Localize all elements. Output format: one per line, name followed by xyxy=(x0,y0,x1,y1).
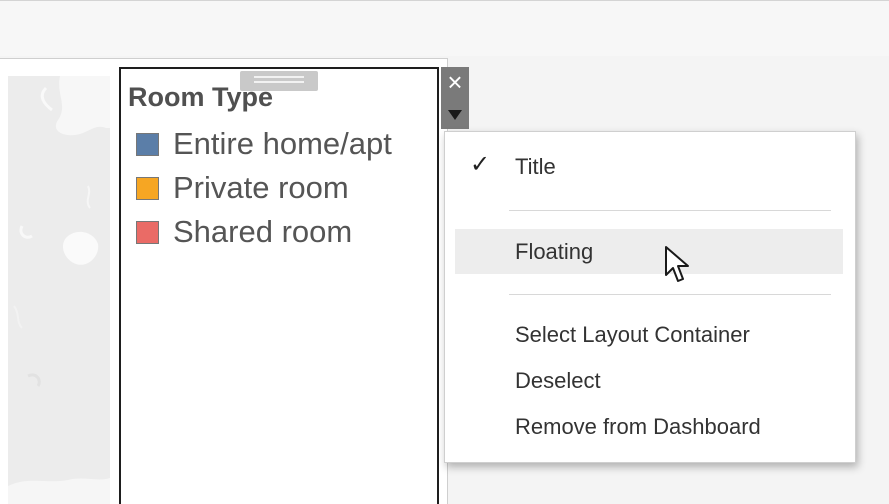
legend-item-shared-room[interactable]: Shared room xyxy=(136,214,353,249)
private-room-swatch xyxy=(136,176,159,200)
legend-item-entire-home[interactable]: Entire home/apt xyxy=(136,126,392,161)
map-background xyxy=(8,76,110,504)
chevron-down-icon xyxy=(448,110,462,120)
shared-room-swatch xyxy=(136,220,159,244)
menu-item-remove-from-dashboard[interactable]: Remove from Dashboard xyxy=(515,414,761,440)
legend-item-label: Shared room xyxy=(173,214,353,249)
legend-title: Room Type xyxy=(128,82,274,112)
dashboard-top-bar xyxy=(0,0,889,56)
entire-home-swatch xyxy=(136,132,159,156)
menu-item-floating[interactable]: Floating xyxy=(515,239,593,265)
menu-item-title[interactable]: Title xyxy=(515,154,556,180)
check-icon: ✓ xyxy=(470,151,491,178)
menu-item-floating-highlight xyxy=(455,229,843,274)
legend-item-label: Entire home/apt xyxy=(173,126,392,161)
menu-item-deselect[interactable]: Deselect xyxy=(515,368,601,394)
more-options-button[interactable] xyxy=(441,104,469,126)
close-icon[interactable]: × xyxy=(441,68,469,96)
legend-item-private-room[interactable]: Private room xyxy=(136,170,349,205)
menu-separator xyxy=(509,294,831,295)
legend-item-label: Private room xyxy=(173,170,349,205)
menu-separator xyxy=(509,210,831,211)
mouse-cursor-icon xyxy=(665,246,689,282)
menu-item-select-layout-container[interactable]: Select Layout Container xyxy=(515,322,750,348)
map-view[interactable] xyxy=(8,76,110,504)
